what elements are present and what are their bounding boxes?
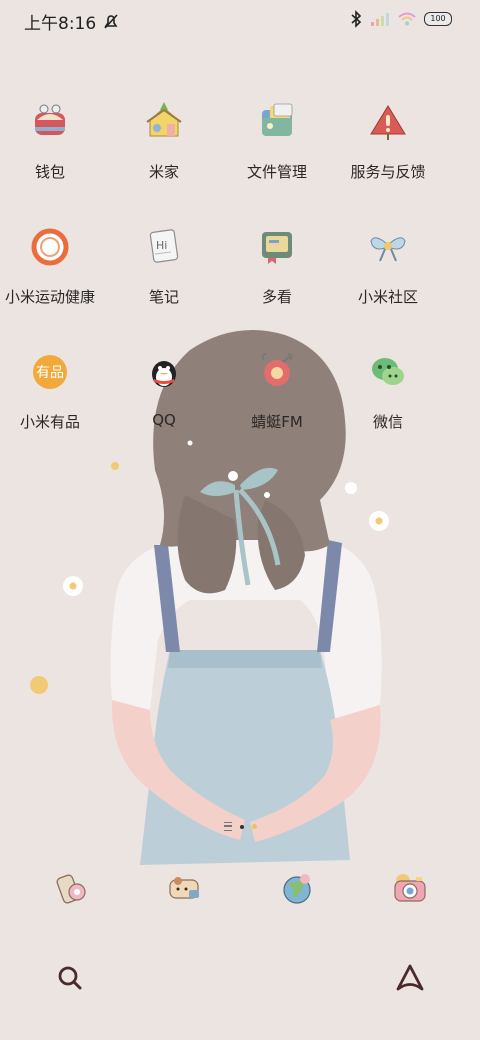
page-dot	[251, 824, 257, 829]
qq-penguin-icon	[152, 361, 176, 387]
assistant-icon[interactable]	[392, 960, 428, 996]
app-label: 多看	[261, 288, 292, 306]
app-label: 文件管理	[246, 163, 307, 181]
wechat-icon	[372, 358, 404, 385]
home-screen: 上午8:16 100 钱包 米家 文件管理 服务与反馈 小米运动健康 Hi 笔记…	[0, 0, 480, 1040]
wifi-icon	[398, 12, 416, 26]
wallet-icon	[35, 104, 65, 135]
duokan-reader-icon	[262, 232, 292, 264]
app-grid: 钱包 米家 文件管理 服务与反馈 小米运动健康 Hi 笔记 多看 小米社区 有品…	[0, 90, 480, 465]
app-label: 笔记	[148, 288, 179, 306]
app-mijia[interactable]: 米家	[104, 90, 224, 215]
app-label: 微信	[372, 413, 403, 431]
alarm-off-icon	[104, 13, 118, 29]
status-time: 上午8:16	[24, 14, 97, 34]
page-indicator[interactable]	[0, 822, 480, 831]
dock	[0, 868, 480, 918]
app-wechat[interactable]: 微信	[328, 340, 448, 465]
page-indicator-menu-icon	[223, 822, 232, 831]
phone-icon[interactable]	[50, 868, 92, 910]
bottom-bar	[0, 960, 480, 1000]
app-label: 服务与反馈	[350, 163, 426, 181]
app-qingting-fm[interactable]: 蜻蜓FM	[217, 340, 337, 465]
app-file-manager[interactable]: 文件管理	[217, 90, 337, 215]
app-service-feedback[interactable]: 服务与反馈	[328, 90, 448, 215]
signal-icon	[371, 13, 389, 26]
app-mi-fitness[interactable]: 小米运动健康	[0, 215, 110, 340]
battery-icon: 100	[424, 12, 452, 26]
svg-text:Hi: Hi	[156, 239, 167, 252]
status-bar: 上午8:16 100	[0, 0, 480, 40]
app-label: 钱包	[34, 163, 65, 181]
mijia-house-icon	[146, 102, 182, 137]
app-qq[interactable]: QQ	[104, 340, 224, 465]
app-label: 小米社区	[357, 288, 418, 306]
messages-icon[interactable]	[163, 868, 205, 910]
youpin-icon: 有品	[33, 355, 67, 389]
app-label: QQ	[152, 411, 176, 429]
service-feedback-icon	[370, 105, 406, 140]
app-duokan[interactable]: 多看	[217, 215, 337, 340]
notes-icon: Hi	[149, 229, 179, 263]
app-mi-community[interactable]: 小米社区	[328, 215, 448, 340]
svg-text:有品: 有品	[36, 365, 64, 381]
community-bow-icon	[370, 237, 406, 262]
qingting-fm-icon	[261, 353, 293, 386]
app-wallet[interactable]: 钱包	[0, 90, 110, 215]
camera-icon[interactable]	[389, 868, 431, 910]
search-icon[interactable]	[52, 960, 88, 996]
app-label: 米家	[148, 163, 179, 181]
app-youpin[interactable]: 有品 小米有品	[0, 340, 110, 465]
file-manager-icon	[262, 103, 293, 136]
mi-fitness-ring-icon	[31, 228, 69, 266]
app-notes[interactable]: Hi 笔记	[104, 215, 224, 340]
app-label: 小米运动健康	[4, 288, 95, 306]
page-dot-active	[239, 824, 244, 829]
status-icons: 100	[350, 10, 452, 28]
app-label: 蜻蜓FM	[251, 413, 303, 431]
bluetooth-icon	[351, 10, 362, 28]
app-label: 小米有品	[19, 413, 80, 431]
browser-globe-icon[interactable]	[276, 868, 318, 910]
